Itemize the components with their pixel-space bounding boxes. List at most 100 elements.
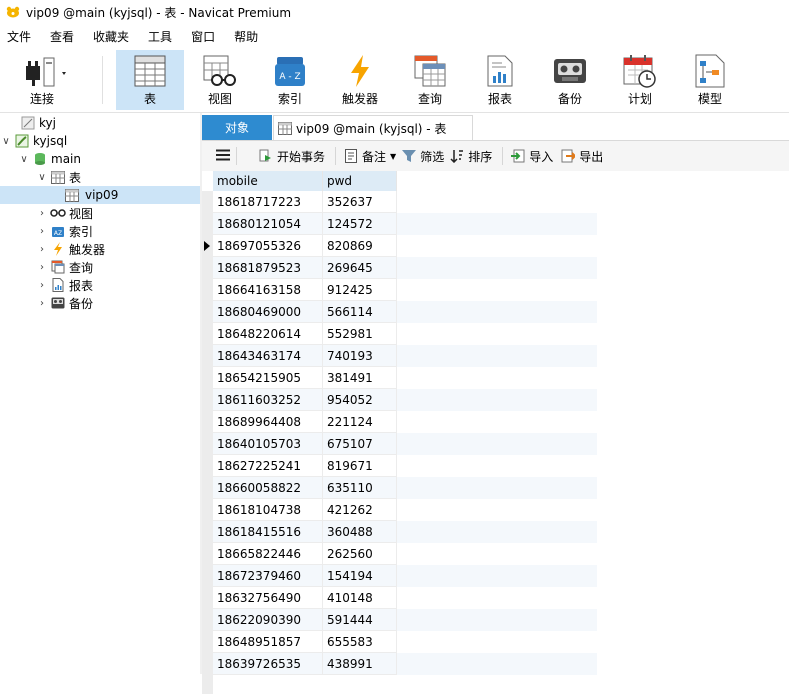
schedule-button[interactable]: 计划 — [606, 50, 674, 110]
report-button[interactable]: 报表 — [466, 50, 534, 110]
cell-pwd[interactable]: 124572 — [323, 213, 397, 235]
tree-node-indexes[interactable]: › AZ 索引 — [36, 222, 93, 240]
chevron-down-icon[interactable]: ∨ — [36, 172, 48, 183]
cell-mobile[interactable]: 18622090390 — [213, 609, 323, 631]
chevron-right-icon[interactable]: › — [36, 280, 48, 291]
model-button[interactable]: 模型 — [676, 50, 744, 110]
cell-mobile[interactable]: 18697055326 — [213, 235, 323, 257]
menu-help[interactable]: 帮助 — [227, 28, 270, 45]
cell-pwd[interactable]: 591444 — [323, 609, 397, 631]
connect-button[interactable]: 连接 — [8, 50, 76, 110]
query-button[interactable]: 查询 — [396, 50, 464, 110]
tree-node-reports[interactable]: › 报表 — [36, 276, 93, 294]
menu-favorites[interactable]: 收藏夹 — [86, 28, 141, 45]
chevron-right-icon[interactable]: › — [36, 208, 48, 219]
cell-mobile[interactable]: 18648951857 — [213, 631, 323, 653]
cell-pwd[interactable]: 740193 — [323, 345, 397, 367]
table-row[interactable]: 18680469000 566114 — [213, 301, 597, 323]
cell-pwd[interactable]: 410148 — [323, 587, 397, 609]
note-button[interactable]: 备注 — [344, 148, 386, 165]
begin-transaction-button[interactable]: 开始事务 — [259, 148, 325, 165]
table-row[interactable]: 18618104738 421262 — [213, 499, 597, 521]
cell-mobile[interactable]: 18680469000 — [213, 301, 323, 323]
cell-mobile[interactable]: 18664163158 — [213, 279, 323, 301]
menu-view[interactable]: 查看 — [43, 28, 86, 45]
cell-pwd[interactable]: 360488 — [323, 521, 397, 543]
chevron-down-icon[interactable]: ▼ — [390, 152, 396, 161]
tab-objects[interactable]: 对象 — [202, 115, 272, 140]
tab-current-table[interactable]: vip09 @main (kyjsql) - 表 — [273, 115, 473, 140]
cell-pwd[interactable]: 154194 — [323, 565, 397, 587]
cell-pwd[interactable]: 381491 — [323, 367, 397, 389]
cell-mobile[interactable]: 18618717223 — [213, 191, 323, 213]
table-row[interactable]: 18681879523 269645 — [213, 257, 597, 279]
chevron-down-icon[interactable]: ∨ — [18, 154, 30, 165]
tree-node-main[interactable]: ∨ main — [18, 150, 81, 168]
view-button[interactable]: 视图 — [186, 50, 254, 110]
cell-pwd[interactable]: 675107 — [323, 433, 397, 455]
cell-mobile[interactable]: 18640105703 — [213, 433, 323, 455]
column-header-mobile[interactable]: mobile — [213, 171, 323, 191]
menu-tools[interactable]: 工具 — [141, 28, 184, 45]
export-button[interactable]: 导出 — [561, 148, 603, 165]
cell-pwd[interactable]: 635110 — [323, 477, 397, 499]
cell-pwd[interactable]: 352637 — [323, 191, 397, 213]
table-row[interactable]: 18664163158 912425 — [213, 279, 597, 301]
table-button[interactable]: 表 — [116, 50, 184, 110]
table-row[interactable]: 18611603252 954052 — [213, 389, 597, 411]
table-row[interactable]: 18697055326 820869 — [213, 235, 597, 257]
tree-node-kyj[interactable]: kyj — [6, 114, 56, 132]
table-row[interactable]: 18618717223 352637 — [213, 191, 597, 213]
cell-mobile[interactable]: 18627225241 — [213, 455, 323, 477]
chevron-down-icon[interactable]: ∨ — [0, 136, 12, 147]
tree-node-views[interactable]: › 视图 — [36, 204, 93, 222]
cell-pwd[interactable]: 819671 — [323, 455, 397, 477]
trigger-button[interactable]: 触发器 — [326, 50, 394, 110]
table-row[interactable]: 18648220614 552981 — [213, 323, 597, 345]
table-row[interactable]: 18689964408 221124 — [213, 411, 597, 433]
backup-button[interactable]: 备份 — [536, 50, 604, 110]
cell-pwd[interactable]: 912425 — [323, 279, 397, 301]
table-row[interactable]: 18648951857 655583 — [213, 631, 597, 653]
row-selector-gutter[interactable] — [202, 191, 213, 694]
menu-window[interactable]: 窗口 — [184, 28, 227, 45]
cell-pwd[interactable]: 552981 — [323, 323, 397, 345]
cell-mobile[interactable]: 18618415516 — [213, 521, 323, 543]
tree-node-queries[interactable]: › 查询 — [36, 258, 93, 276]
tree-node-backups[interactable]: › 备份 — [36, 294, 93, 312]
cell-mobile[interactable]: 18654215905 — [213, 367, 323, 389]
tree-node-triggers[interactable]: › 触发器 — [36, 240, 105, 258]
tree-node-tables[interactable]: ∨ 表 — [36, 168, 81, 186]
cell-mobile[interactable]: 18665822446 — [213, 543, 323, 565]
menu-file[interactable]: 文件 — [0, 28, 43, 45]
table-row[interactable]: 18640105703 675107 — [213, 433, 597, 455]
filter-button[interactable]: 筛选 — [402, 148, 444, 165]
index-button[interactable]: A - Z 索引 — [256, 50, 324, 110]
table-row[interactable]: 18622090390 591444 — [213, 609, 597, 631]
table-row[interactable]: 18639726535 438991 — [213, 653, 597, 675]
table-row[interactable]: 18665822446 262560 — [213, 543, 597, 565]
cell-pwd[interactable]: 269645 — [323, 257, 397, 279]
table-row[interactable]: 18618415516 360488 — [213, 521, 597, 543]
chevron-right-icon[interactable]: › — [36, 262, 48, 273]
column-header-pwd[interactable]: pwd — [323, 171, 397, 191]
chevron-right-icon[interactable]: › — [36, 244, 48, 255]
cell-pwd[interactable]: 566114 — [323, 301, 397, 323]
hamburger-menu-icon[interactable] — [216, 149, 230, 164]
cell-mobile[interactable]: 18648220614 — [213, 323, 323, 345]
table-row[interactable]: 18632756490 410148 — [213, 587, 597, 609]
cell-mobile[interactable]: 18672379460 — [213, 565, 323, 587]
chevron-right-icon[interactable]: › — [36, 226, 48, 237]
cell-mobile[interactable]: 18643463174 — [213, 345, 323, 367]
chevron-right-icon[interactable]: › — [36, 298, 48, 309]
cell-mobile[interactable]: 18632756490 — [213, 587, 323, 609]
cell-mobile[interactable]: 18618104738 — [213, 499, 323, 521]
cell-mobile[interactable]: 18689964408 — [213, 411, 323, 433]
cell-pwd[interactable]: 262560 — [323, 543, 397, 565]
table-row[interactable]: 18660058822 635110 — [213, 477, 597, 499]
sort-button[interactable]: 排序 — [450, 148, 492, 165]
tree-node-vip09[interactable]: vip09 — [0, 186, 200, 204]
cell-pwd[interactable]: 221124 — [323, 411, 397, 433]
table-row[interactable]: 18643463174 740193 — [213, 345, 597, 367]
cell-pwd[interactable]: 954052 — [323, 389, 397, 411]
